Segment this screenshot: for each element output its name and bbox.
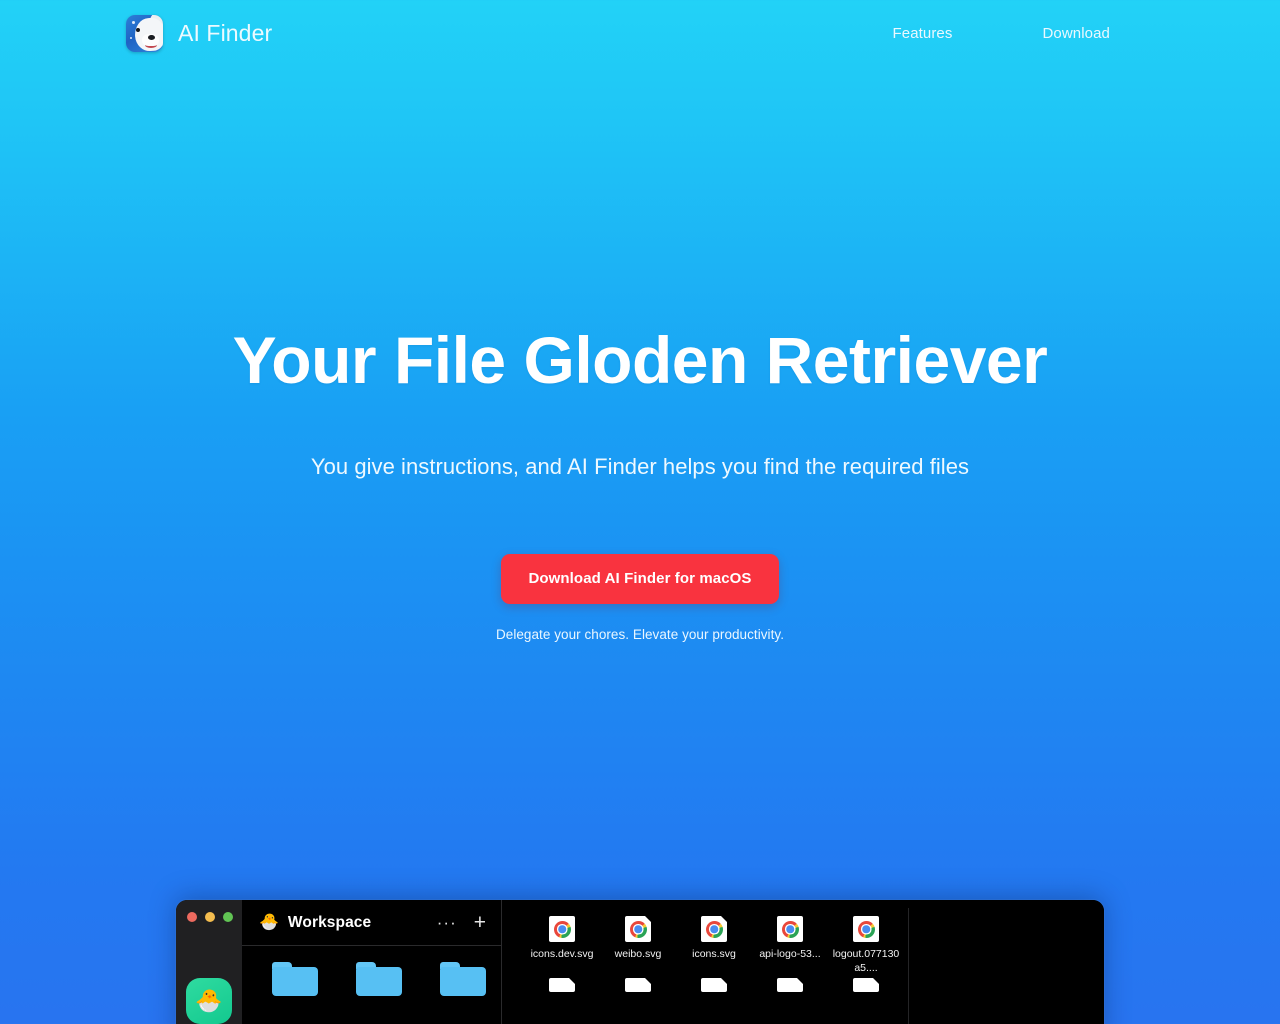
top-navigation: AI Finder Features Download [0,0,1280,66]
file-grid-row-2 [502,977,1104,992]
file-name: api-logo-53... [759,948,821,960]
chrome-icon [549,916,575,942]
chrome-icon [777,916,803,942]
workspace-panel: 🐣 Workspace ··· + [242,900,502,1024]
traffic-lights [176,900,242,922]
content-divider [908,908,909,1024]
nav-link-download[interactable]: Download [1042,25,1110,42]
page-title: Your File Gloden Retriever [232,323,1048,397]
hero-subtitle: You give instructions, and AI Finder hel… [310,453,970,479]
maximize-icon[interactable] [223,912,233,922]
more-options-icon[interactable]: ··· [437,914,457,931]
brand-logo-group[interactable]: AI Finder [126,14,273,52]
document-icon[interactable] [701,977,727,992]
cta-note: Delegate your chores. Elevate your produ… [495,626,785,642]
folder-icon[interactable] [440,962,486,996]
nav-link-features[interactable]: Features [892,25,952,42]
file-item[interactable]: icons.svg [676,916,752,976]
folder-icon[interactable] [272,962,318,996]
window-sidebar: 🐣 [176,900,242,1024]
chrome-icon [853,916,879,942]
file-item[interactable]: api-logo-53... [752,916,828,976]
workspace-title: Workspace [287,913,372,931]
dog-face-icon [126,14,163,52]
duck-emoji-icon: 🐣 [259,913,279,931]
file-name: icons.dev.svg [530,948,594,960]
app-window-preview: 🐣 🐣 Workspace ··· + icons.dev.svg weibo.… [176,900,1104,1024]
file-browser-content: icons.dev.svg weibo.svg icons.svg api-lo… [502,900,1104,1024]
folder-icon[interactable] [356,962,402,996]
chrome-icon [701,916,727,942]
file-name: logout.077130a5.... [832,948,900,974]
file-item[interactable]: icons.dev.svg [524,916,600,976]
chrome-icon [625,916,651,942]
document-icon[interactable] [625,977,651,992]
file-name: icons.svg [692,948,736,960]
file-grid: icons.dev.svg weibo.svg icons.svg api-lo… [502,900,1104,976]
file-item[interactable]: logout.077130a5.... [828,916,904,976]
sidebar-app-icon[interactable]: 🐣 [186,978,232,1024]
cta-group: Download AI Finder for macOS Delegate yo… [495,553,785,642]
brand-name: AI Finder [178,19,273,46]
hero-section: Your File Gloden Retriever You give inst… [0,323,1280,642]
file-item[interactable]: weibo.svg [600,916,676,976]
document-icon[interactable] [549,977,575,992]
file-name: weibo.svg [614,948,662,960]
download-macos-button[interactable]: Download AI Finder for macOS [501,553,779,604]
workspace-actions: ··· + [437,912,486,933]
document-icon[interactable] [853,977,879,992]
nav-links: Features Download [892,25,1110,42]
add-workspace-icon[interactable]: + [474,912,486,933]
close-icon[interactable] [187,912,197,922]
workspace-header: 🐣 Workspace ··· + [242,900,501,946]
folder-row [242,946,501,996]
minimize-icon[interactable] [205,912,215,922]
document-icon[interactable] [777,977,803,992]
